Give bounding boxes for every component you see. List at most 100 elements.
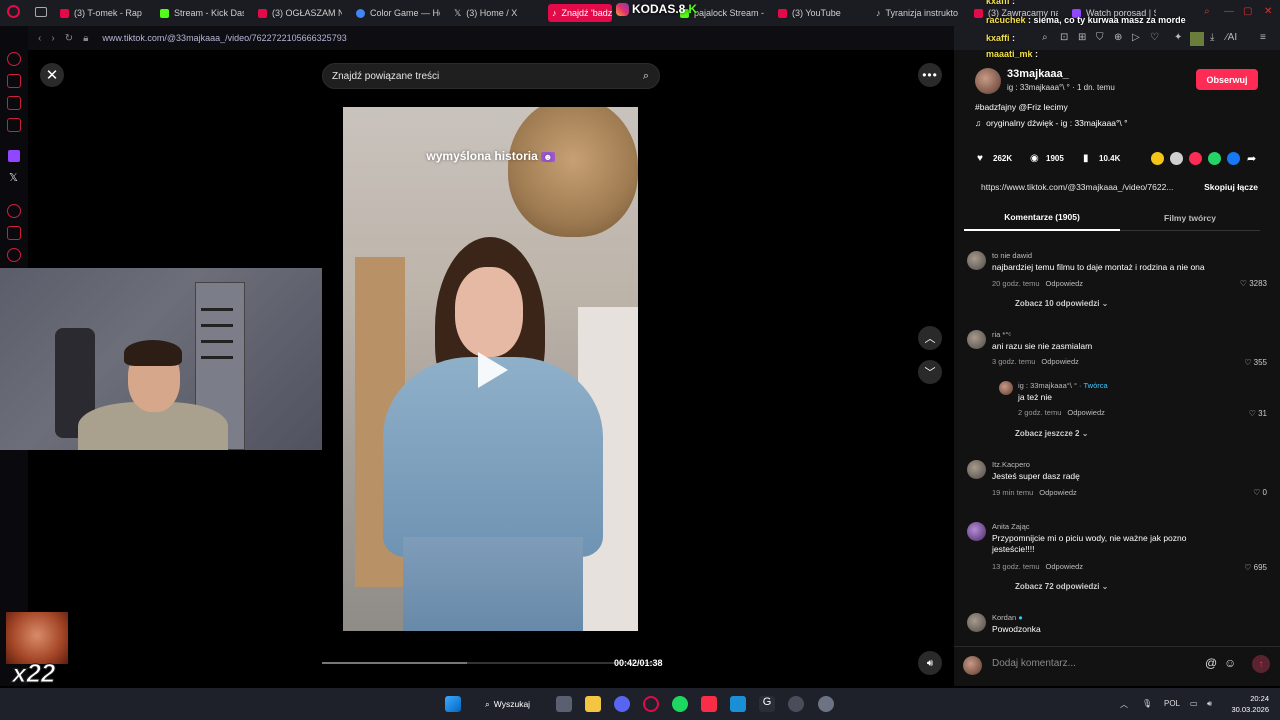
emoji-icon[interactable]: ☺ (1224, 656, 1236, 670)
facebook-icon[interactable] (1227, 152, 1240, 165)
settings-icon[interactable] (818, 696, 834, 712)
opera-logo-icon[interactable] (7, 5, 20, 18)
volume-icon[interactable]: 🔊︎ (1207, 699, 1212, 709)
taskbar-search[interactable]: ⌕ Wyszukaj (475, 695, 543, 713)
x-icon[interactable]: 𝕏 (9, 171, 18, 184)
video-progress-bar[interactable] (322, 662, 660, 664)
music-app-icon[interactable] (701, 696, 717, 712)
comment-avatar[interactable] (967, 330, 986, 349)
comment-user[interactable]: Kordan ● (992, 613, 1023, 622)
spotify-icon[interactable] (672, 696, 688, 712)
reply-button[interactable]: Odpowiedz (1046, 562, 1084, 571)
comment-user[interactable]: ria *°ᶜ (992, 330, 1011, 339)
comment-meta: 19 min temu Odpowiedz (992, 488, 1077, 497)
play-icon[interactable] (478, 352, 508, 388)
mention-icon[interactable]: @ (1205, 656, 1217, 670)
share-link[interactable]: https://www.tiktok.com/@33majkaaa_/video… (981, 182, 1173, 192)
comment-user[interactable]: Itz.Kacpero (992, 460, 1030, 469)
photos-icon[interactable] (730, 696, 746, 712)
tab-6-active[interactable]: ♪ Znajdź 'badz (548, 4, 612, 22)
tab-2[interactable]: Stream - Kick Das (160, 4, 244, 22)
volume-button[interactable]: 🔊︎ (918, 651, 942, 675)
reply-button[interactable]: Odpowiedz (1041, 357, 1079, 366)
opera-icon[interactable] (643, 696, 659, 712)
tab-overview-icon[interactable] (35, 7, 47, 17)
aria-icon[interactable] (7, 52, 21, 66)
video-sound[interactable]: ♫ oryginalny dźwięk - ig : 33majkaaa°\ ° (975, 118, 1128, 128)
comment-likes[interactable]: ♡ 3283 (1240, 279, 1267, 288)
tab-8[interactable]: (3) YouTube (778, 4, 862, 22)
network-icon[interactable]: ▭ (1190, 699, 1198, 708)
comments-stat[interactable]: ◉ 1905 (1030, 153, 1064, 164)
back-icon[interactable]: ‹ (38, 33, 41, 44)
whatsapp-icon[interactable] (1208, 152, 1221, 165)
reload-icon[interactable]: ↻ (65, 33, 73, 44)
comment-meta: 13 godz. temu Odpowiedz (992, 562, 1084, 571)
discord-icon[interactable] (614, 696, 630, 712)
windows-start-icon[interactable] (445, 696, 461, 712)
task-view-icon[interactable] (556, 696, 572, 712)
comment-user[interactable]: ig : 33majkaaa°\ ° · Twórca (1018, 381, 1108, 390)
tab-3[interactable]: (3) OGŁASZAM N (258, 4, 342, 22)
close-video-button[interactable]: ✕ (40, 63, 64, 87)
logitech-icon[interactable]: G (759, 696, 775, 712)
comment-avatar[interactable] (967, 613, 986, 632)
app-icon[interactable] (788, 696, 804, 712)
related-search-input[interactable]: Znajdź powiązane treści ⌕ (322, 63, 660, 89)
taskbar-clock[interactable]: 20:24 30.03.2026 (1229, 693, 1269, 715)
author-name[interactable]: 33majkaaa_ (1007, 68, 1069, 80)
x22-overlay: x22 (6, 612, 68, 689)
comment-input[interactable]: Dodaj komentarz... (992, 658, 1076, 669)
messenger-icon[interactable] (7, 96, 21, 110)
music-icon[interactable] (7, 118, 21, 132)
comment-likes[interactable]: ♡ 355 (1244, 358, 1267, 367)
comment-user[interactable]: to nie dawid (992, 251, 1032, 260)
share-gold-icon[interactable] (1151, 152, 1164, 165)
tab-comments[interactable]: Komentarze (1905) (964, 205, 1120, 231)
tray-chevron-icon[interactable]: ︿ (1120, 699, 1128, 710)
comment-user[interactable]: Anita Zając (992, 522, 1030, 531)
microphone-icon[interactable]: 🎙︎ (1142, 699, 1152, 708)
share-send-icon[interactable] (1189, 152, 1202, 165)
comment-avatar[interactable] (967, 522, 986, 541)
tab-1[interactable]: (3) T-omek - Rap (60, 4, 148, 22)
bookmark-icon[interactable] (7, 226, 21, 240)
view-more-replies-button[interactable]: Zobacz jeszcze 2 ⌄ (1015, 429, 1088, 438)
saves-stat[interactable]: ▮ 10.4K (1083, 153, 1120, 164)
send-icon[interactable]: ↑ (1252, 655, 1270, 673)
share-embed-icon[interactable] (1170, 152, 1183, 165)
copy-link-button[interactable]: Skopiuj łącze (1204, 182, 1258, 192)
share-arrow-icon[interactable]: ➦ (1247, 152, 1256, 165)
reply-button[interactable]: Odpowiedz (1039, 488, 1077, 497)
likes-stat[interactable]: ♥ 262K (977, 153, 1012, 164)
comment-meta: 20 godz. temu Odpowiedz (992, 279, 1084, 288)
tab-9[interactable]: ♪ Tyranizja instrukto (876, 4, 960, 22)
tab-4[interactable]: Color Game — Ho (356, 4, 440, 22)
view-replies-button[interactable]: Zobacz 72 odpowiedzi ⌄ (1015, 582, 1108, 591)
author-avatar[interactable] (975, 68, 1001, 94)
comment-avatar[interactable] (999, 381, 1013, 395)
previous-video-button[interactable]: ︿ (918, 326, 942, 350)
reply-button[interactable]: Odpowiedz (1067, 408, 1105, 417)
shopping-icon[interactable] (7, 74, 21, 88)
search-icon[interactable]: ⌕ (643, 70, 649, 83)
comment-avatar[interactable] (967, 460, 986, 479)
tab-creator-videos[interactable]: Filmy twórcy (1120, 205, 1260, 231)
language-indicator[interactable]: POL (1164, 699, 1180, 708)
more-options-button[interactable]: ••• (918, 63, 942, 87)
tab-5[interactable]: 𝕏 (3) Home / X (454, 4, 534, 22)
reply-button[interactable]: Odpowiedz (1046, 279, 1084, 288)
clock-icon[interactable] (7, 248, 21, 262)
follow-button[interactable]: Obserwuj (1196, 69, 1258, 90)
view-replies-button[interactable]: Zobacz 10 odpowiedzi ⌄ (1015, 299, 1108, 308)
forward-icon[interactable]: › (51, 33, 54, 44)
next-video-button[interactable]: ﹀ (918, 360, 942, 384)
comment-likes[interactable]: ♡ 0 (1253, 488, 1267, 497)
file-explorer-icon[interactable] (585, 696, 601, 712)
history-icon[interactable] (7, 204, 21, 218)
comment-likes[interactable]: ♡ 31 (1249, 409, 1267, 418)
url-text[interactable]: www.tiktok.com/@33majkaaa_/video/7622722… (102, 33, 346, 43)
comment-avatar[interactable] (967, 251, 986, 270)
comment-likes[interactable]: ♡ 695 (1244, 563, 1267, 572)
twitch-icon[interactable] (8, 150, 20, 162)
